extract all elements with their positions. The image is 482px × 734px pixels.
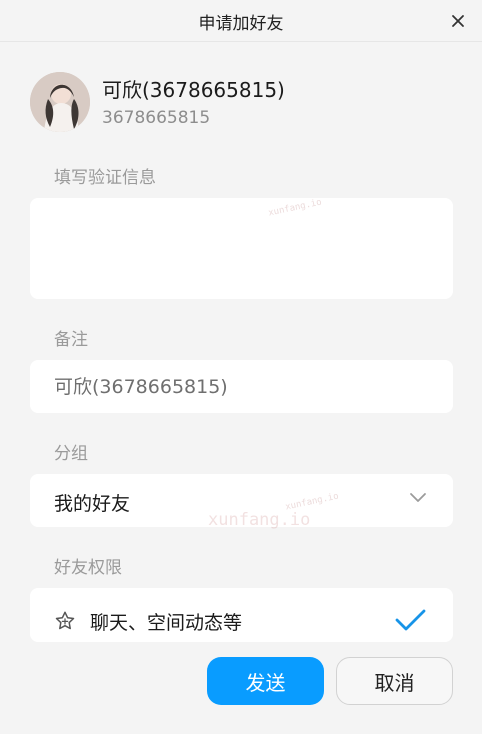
group-label: 分组 <box>54 444 88 464</box>
cancel-button[interactable]: 取消 <box>336 657 453 705</box>
permission-option[interactable]: 聊天、空间动态等 <box>30 588 453 642</box>
remark-label: 备注 <box>54 330 88 350</box>
group-select[interactable]: 我的好友 <box>30 474 453 527</box>
profile-summary: 可欣(3678665815) 3678665815 <box>30 72 460 134</box>
profile-uid: 3678665815 <box>102 108 211 128</box>
verify-message-card[interactable] <box>30 198 453 299</box>
send-button[interactable]: 发送 <box>207 657 324 705</box>
close-button[interactable] <box>446 9 470 33</box>
avatar-image <box>30 72 90 132</box>
star-icon <box>55 611 75 630</box>
verify-label: 填写验证信息 <box>54 168 156 188</box>
avatar <box>30 72 90 132</box>
permission-option-label: 聊天、空间动态等 <box>90 612 243 634</box>
profile-name: 可欣(3678665815) <box>102 78 285 102</box>
remark-input[interactable] <box>30 360 453 413</box>
dialog-title: 申请加好友 <box>198 14 284 34</box>
check-icon <box>395 609 426 631</box>
group-select-value: 我的好友 <box>54 493 131 515</box>
permission-label: 好友权限 <box>54 558 122 578</box>
close-icon <box>452 15 464 27</box>
chevron-down-icon <box>410 493 426 502</box>
verify-message-input[interactable] <box>30 198 453 299</box>
remark-card[interactable] <box>30 360 453 413</box>
title-bar: 申请加好友 <box>0 0 482 42</box>
